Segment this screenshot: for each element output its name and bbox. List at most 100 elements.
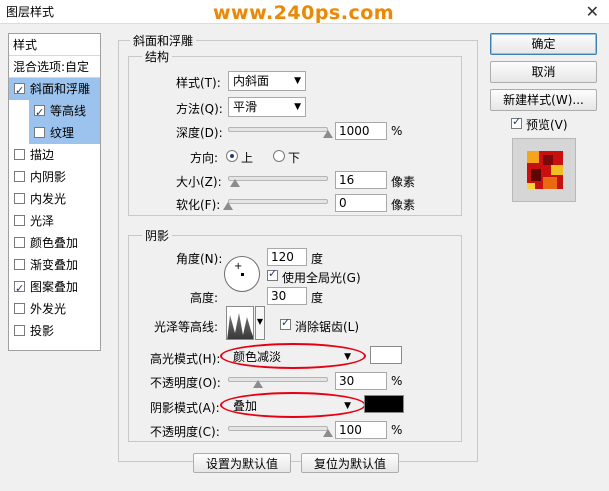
highlight-opacity-track[interactable] <box>228 377 328 382</box>
direction-up-label: 上 <box>241 151 254 165</box>
size-slider-track[interactable] <box>228 176 328 181</box>
style-item-label: 图案叠加 <box>30 280 79 294</box>
style-item-label: 光泽 <box>30 214 55 228</box>
preview-checkbox[interactable] <box>511 115 522 129</box>
gloss-contour-icon <box>227 313 253 339</box>
chevron-down-icon: ▼ <box>256 317 264 326</box>
style-item-checkbox[interactable] <box>14 325 25 336</box>
style-item-checkbox[interactable] <box>14 171 25 182</box>
preview-label: 预览(V) <box>526 118 568 132</box>
highlight-opacity-thumb[interactable] <box>253 380 263 388</box>
depth-unit: % <box>391 124 403 138</box>
style-item-checkbox[interactable] <box>14 278 25 300</box>
shadow-opacity-thumb[interactable] <box>323 429 333 437</box>
style-item-checkbox[interactable] <box>34 127 45 138</box>
direction-up-radio[interactable] <box>226 150 238 162</box>
style-item[interactable]: 纹理 <box>29 122 100 144</box>
style-item[interactable]: 渐变叠加 <box>9 254 100 276</box>
technique-select[interactable]: 平滑 ▼ <box>228 97 306 117</box>
size-slider-thumb[interactable] <box>230 179 240 187</box>
shading-title: 阴影 <box>142 227 173 244</box>
reset-default-button[interactable]: 复位为默认值 <box>301 453 399 473</box>
soften-input[interactable]: 0 <box>335 194 387 212</box>
styles-header-label: 样式 <box>13 38 38 52</box>
style-item-label: 内发光 <box>30 192 67 206</box>
shadow-opacity-input[interactable]: 100 <box>335 421 387 439</box>
shadow-color-swatch[interactable] <box>364 395 404 413</box>
style-item-label: 描边 <box>30 148 55 162</box>
soften-slider-track[interactable] <box>228 199 328 204</box>
soften-label: 软化(F): <box>176 198 221 212</box>
chevron-down-icon: ▼ <box>294 76 301 86</box>
style-item-checkbox[interactable] <box>14 259 25 270</box>
direction-label: 方向: <box>190 151 219 165</box>
style-item-checkbox[interactable] <box>14 303 25 314</box>
style-item[interactable]: 描边 <box>9 144 100 166</box>
highlight-opacity-input[interactable]: 30 <box>335 372 387 390</box>
cancel-button[interactable]: 取消 <box>490 61 597 83</box>
blend-options-item[interactable]: 混合选项:自定 <box>9 56 100 78</box>
angle-input[interactable]: 120 <box>267 248 307 266</box>
gloss-contour-dropdown[interactable]: ▼ <box>255 306 265 340</box>
dial-center-dot <box>241 273 244 276</box>
soften-slider-thumb[interactable] <box>223 202 233 210</box>
size-input[interactable]: 16 <box>335 171 387 189</box>
ok-button[interactable]: 确定 <box>490 33 597 55</box>
angle-label: 角度(N): <box>176 252 223 266</box>
altitude-label: 高度: <box>190 291 219 305</box>
style-item-checkbox[interactable] <box>14 215 25 226</box>
shadow-opacity-unit: % <box>391 423 403 437</box>
global-light-label: 使用全局光(G) <box>282 271 361 285</box>
highlight-mode-annotation-oval <box>220 343 366 369</box>
gloss-contour-preview[interactable] <box>226 306 254 340</box>
style-item-label: 纹理 <box>50 126 75 140</box>
size-unit: 像素 <box>391 175 416 189</box>
highlight-opacity-label: 不透明度(O): <box>150 376 221 390</box>
style-item[interactable]: 图案叠加 <box>9 276 100 300</box>
style-item-label: 投影 <box>30 324 55 338</box>
highlight-opacity-unit: % <box>391 374 403 388</box>
style-item-label: 渐变叠加 <box>30 258 79 272</box>
styles-header[interactable]: 样式 <box>9 34 100 56</box>
style-item[interactable]: 内发光 <box>9 188 100 210</box>
style-item[interactable]: 颜色叠加 <box>9 232 100 254</box>
styles-list: 样式 混合选项:自定 斜面和浮雕等高线纹理描边内阴影内发光光泽颜色叠加渐变叠加图… <box>8 33 101 351</box>
style-item[interactable]: 斜面和浮雕 <box>9 78 100 102</box>
crosshair-icon: + <box>234 261 243 272</box>
style-label: 样式(T): <box>176 76 221 90</box>
highlight-mode-label: 高光模式(H): <box>150 352 221 366</box>
style-item[interactable]: 投影 <box>9 320 100 342</box>
chevron-down-icon: ▼ <box>294 102 301 112</box>
antialias-checkbox[interactable] <box>280 316 291 330</box>
direction-down-radio[interactable] <box>273 150 285 162</box>
style-item-checkbox[interactable] <box>34 102 45 124</box>
structure-title: 结构 <box>142 48 173 65</box>
altitude-unit: 度 <box>311 291 324 305</box>
style-item-checkbox[interactable] <box>14 193 25 204</box>
global-light-checkbox[interactable] <box>267 267 278 281</box>
altitude-input[interactable]: 30 <box>267 287 307 305</box>
gloss-contour-label: 光泽等高线: <box>154 320 219 334</box>
style-item[interactable]: 等高线 <box>29 100 100 124</box>
style-item-checkbox[interactable] <box>14 237 25 248</box>
shadow-mode-label: 阴影模式(A): <box>150 401 220 415</box>
depth-slider-track[interactable] <box>228 127 328 132</box>
style-item-checkbox[interactable] <box>14 80 25 102</box>
new-style-button[interactable]: 新建样式(W)... <box>490 89 597 111</box>
close-icon[interactable]: ✕ <box>586 2 599 21</box>
style-item[interactable]: 光泽 <box>9 210 100 232</box>
set-default-button[interactable]: 设置为默认值 <box>193 453 291 473</box>
preview-thumbnail <box>512 138 576 202</box>
pattern-preview-image <box>527 151 563 189</box>
depth-input[interactable]: 1000 <box>335 122 387 140</box>
style-item-checkbox[interactable] <box>14 149 25 160</box>
style-item[interactable]: 外发光 <box>9 298 100 320</box>
highlight-color-swatch[interactable] <box>370 346 402 364</box>
depth-slider-thumb[interactable] <box>323 130 333 138</box>
style-item[interactable]: 内阴影 <box>9 166 100 188</box>
style-select[interactable]: 内斜面 ▼ <box>228 71 306 91</box>
shadow-opacity-track[interactable] <box>228 426 328 431</box>
style-item-label: 内阴影 <box>30 170 67 184</box>
blend-options-label: 混合选项:自定 <box>13 60 90 74</box>
angle-dial[interactable]: + <box>224 256 260 292</box>
